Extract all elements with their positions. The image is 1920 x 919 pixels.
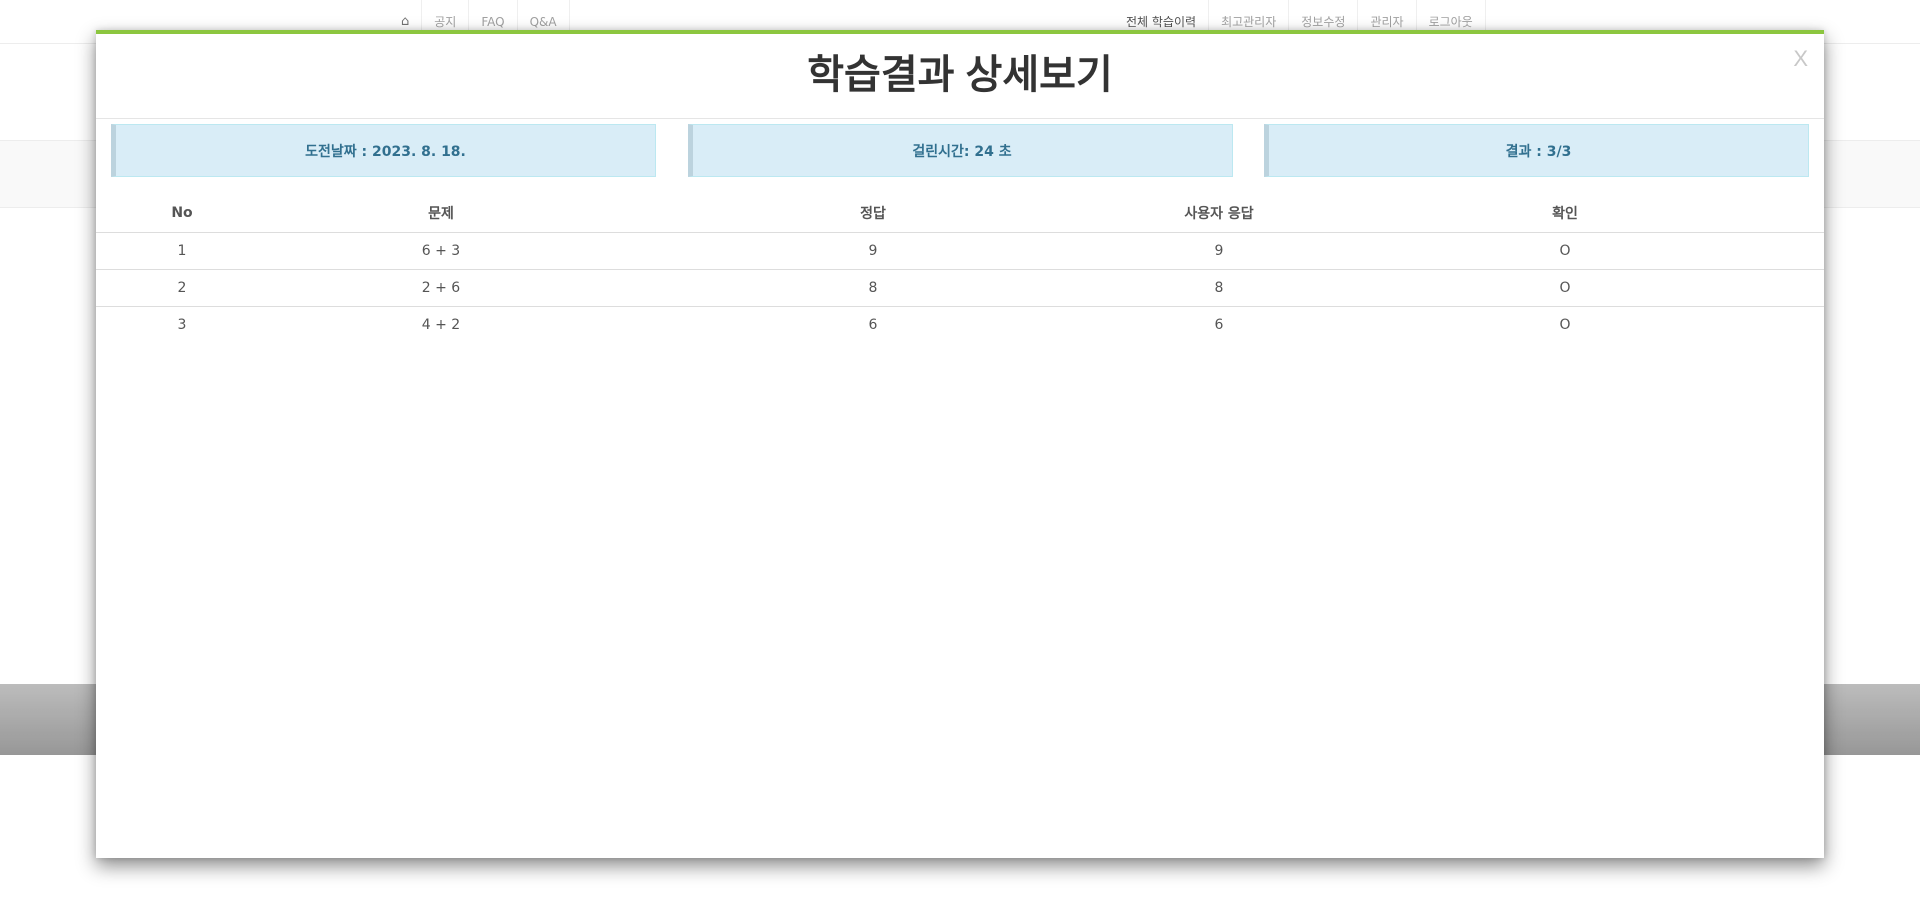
header-answer: 정답 xyxy=(614,194,1132,233)
cell-no: 3 xyxy=(177,317,187,333)
table-header-row: No 문제 정답 사용자 응답 확인 xyxy=(96,194,1824,233)
cell-question: 6 + 3 xyxy=(268,232,614,270)
cell-answer: 6 xyxy=(868,317,878,333)
cell-user-response: 8 xyxy=(1132,269,1306,307)
result-detail-modal: X 학습결과 상세보기 도전날짜 : 2023. 8. 18. 걸린시간: 24… xyxy=(96,30,1824,858)
challenge-date-box: 도전날짜 : 2023. 8. 18. xyxy=(111,124,656,177)
header-user-response: 사용자 응답 xyxy=(1132,194,1306,233)
cell-no: 2 xyxy=(96,269,268,307)
cell-check: O xyxy=(1306,232,1824,270)
modal-title: 학습결과 상세보기 xyxy=(807,53,1113,97)
table-row: 1 6 + 3 9 9 O xyxy=(96,232,1824,270)
cell-no: 1 xyxy=(96,232,268,270)
cell-user-response: 6 xyxy=(1214,317,1224,333)
cell-question: 2 + 6 xyxy=(268,269,614,307)
elapsed-time-box: 걸린시간: 24 초 xyxy=(687,124,1233,177)
header-check: 확인 xyxy=(1306,194,1824,233)
cell-check: O xyxy=(1559,317,1571,333)
cell-answer: 8 xyxy=(614,269,1132,307)
cell-check: O xyxy=(1306,269,1824,307)
result-table: No 문제 정답 사용자 응답 확인 1 6 + 3 9 9 O 2 2 + 6… xyxy=(96,194,1824,343)
cell-question: 4 + 2 xyxy=(421,317,461,333)
info-row: 도전날짜 : 2023. 8. 18. 걸린시간: 24 초 결과 : 3/3 xyxy=(111,124,1809,177)
cell-answer: 9 xyxy=(614,232,1132,270)
title-divider xyxy=(96,118,1824,119)
header-no: No xyxy=(96,194,268,233)
table-row: 3 4 + 2 6 6 O xyxy=(96,307,1824,344)
table-row: 2 2 + 6 8 8 O xyxy=(96,269,1824,307)
cell-user-response: 9 xyxy=(1132,232,1306,270)
header-question: 문제 xyxy=(268,194,614,233)
result-score-box: 결과 : 3/3 xyxy=(1264,124,1809,177)
